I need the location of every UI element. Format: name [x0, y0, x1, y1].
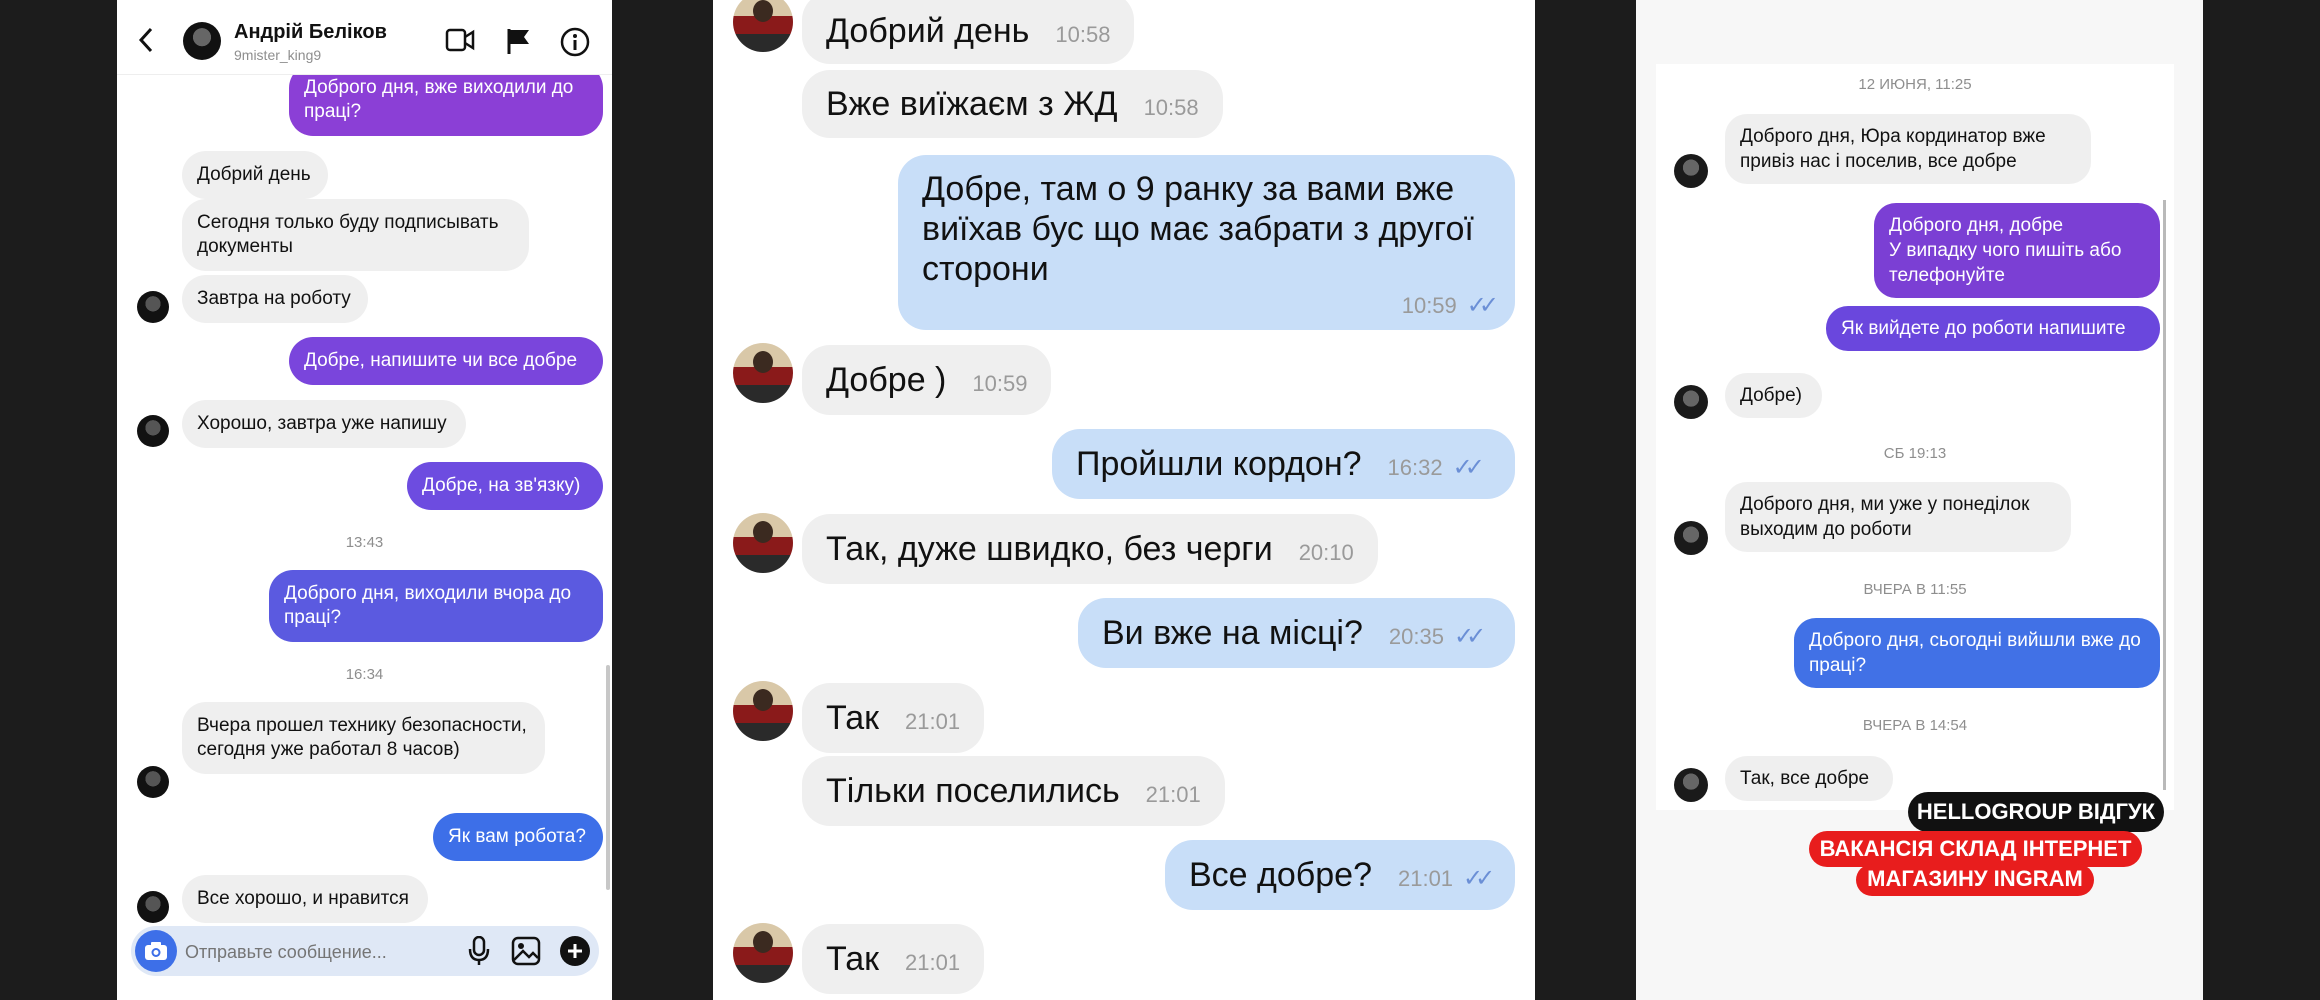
avatar[interactable]: [137, 766, 169, 798]
message-text: Тільки поселились: [826, 772, 1120, 810]
message-time: 10:59: [972, 371, 1028, 396]
viber-chat-panel: Добрий день 10:58 Вже виїжаєм з ЖД 10:58 Д…: [713, 0, 1535, 1000]
message-incoming[interactable]: Так, дуже швидко, без черги 20:10: [802, 514, 1378, 584]
message-time: 10:58: [1055, 22, 1111, 47]
message-time: 21:01: [905, 709, 961, 734]
message-time: 10:59: [1401, 293, 1457, 318]
message-incoming[interactable]: Так 21:01: [802, 683, 985, 753]
message-composer: [131, 926, 599, 976]
camera-icon: [145, 942, 167, 960]
message-outgoing[interactable]: Доброго дня, сьогодні вийшли вже до прац…: [1794, 618, 2160, 688]
message-incoming[interactable]: Добре ) 10:59: [802, 345, 1052, 415]
message-text: Добре, там о 9 ранку за вами вже виїхав …: [922, 170, 1474, 288]
avatar[interactable]: [733, 513, 793, 573]
message-time: 16:32: [1387, 455, 1443, 480]
message-outgoing[interactable]: Добре, там о 9 ранку за вами вже виїхав …: [898, 155, 1515, 330]
instagram-chat-panel: Андрій Беліков 9mister_king9 Доброго дня…: [117, 0, 612, 1000]
message-outgoing[interactable]: Все добре? 21:01 ✓✓: [1165, 840, 1515, 910]
message-time: 10:58: [1143, 95, 1199, 120]
message-text: Так, дуже швидко, без черги: [826, 530, 1273, 568]
message-incoming[interactable]: Доброго дня, Юра кординатор вже привіз н…: [1725, 114, 2091, 184]
message-incoming[interactable]: Так, все добре: [1725, 756, 1893, 801]
message-outgoing[interactable]: Як вийдете до роботи напишите: [1826, 306, 2160, 351]
message-outgoing[interactable]: Пройшли кордон? 16:32 ✓✓: [1052, 429, 1515, 499]
message-incoming[interactable]: Так 21:01: [802, 924, 985, 994]
message-incoming[interactable]: Хорошо, завтра уже напишу: [182, 400, 466, 448]
chat-header: Андрій Беліков 9mister_king9: [117, 0, 612, 75]
date-separator: 12 ИЮНЯ, 11:25: [1858, 76, 1972, 93]
vacancy-tag-line1: ВАКАНСІЯ СКЛАД ІНТЕРНЕТ: [1809, 831, 2142, 867]
message-outgoing[interactable]: Ви вже на місці? 20:35 ✓✓: [1078, 598, 1515, 668]
message-time: 21:01: [1397, 866, 1454, 891]
message-time: 21:01: [905, 950, 961, 975]
avatar[interactable]: [733, 343, 793, 403]
contact-username: 9mister_king9: [234, 47, 322, 63]
plus-icon: [568, 944, 582, 958]
avatar[interactable]: [1674, 768, 1708, 802]
date-separator: ВЧЕРА В 11:55: [1863, 581, 1967, 598]
add-button[interactable]: [560, 936, 590, 966]
message-outgoing[interactable]: Доброго дня, добре У випадку чого пишіть…: [1874, 203, 2160, 298]
avatar[interactable]: [1674, 521, 1708, 555]
video-call-icon[interactable]: [445, 28, 475, 52]
double-check-icon: ✓✓: [1463, 865, 1495, 892]
message-incoming[interactable]: Вже виїжаєм з ЖД 10:58: [802, 70, 1223, 138]
message-incoming[interactable]: Добрий день 10:58: [802, 0, 1135, 64]
scrollbar[interactable]: [2163, 200, 2166, 790]
message-input[interactable]: [183, 934, 407, 970]
message-text: Пройшли кордон?: [1076, 445, 1362, 483]
avatar[interactable]: [183, 22, 221, 60]
flag-icon[interactable]: [505, 27, 531, 55]
message-text: Вже виїжаєм з ЖД: [826, 85, 1118, 123]
timestamp: 16:34: [345, 666, 384, 683]
scrollbar[interactable]: [606, 665, 610, 890]
message-incoming[interactable]: Вчера прошел технику безопасности, сегод…: [182, 702, 545, 774]
avatar[interactable]: [733, 0, 793, 52]
avatar[interactable]: [733, 681, 793, 741]
message-time: 20:10: [1298, 540, 1354, 565]
message-meta: 10:59 ✓✓: [1401, 288, 1499, 320]
date-separator: ВЧЕРА В 14:54: [1862, 717, 1968, 734]
back-arrow-icon[interactable]: [137, 26, 155, 54]
double-check-icon: ✓✓: [1466, 292, 1499, 319]
avatar[interactable]: [137, 291, 169, 323]
message-text: Добрий день: [826, 12, 1030, 50]
avatar[interactable]: [733, 923, 793, 983]
message-incoming[interactable]: Все хорошо, и нравится: [182, 875, 428, 923]
double-check-icon: ✓✓: [1452, 454, 1485, 481]
avatar[interactable]: [1674, 385, 1708, 419]
message-time: 21:01: [1145, 782, 1201, 807]
hellogroup-review-tag: HELLOGROUP ВІДГУК: [1908, 792, 2164, 832]
avatar[interactable]: [137, 891, 169, 923]
timestamp: 13:43: [345, 534, 384, 551]
gallery-icon[interactable]: [511, 936, 541, 966]
message-incoming[interactable]: Добрий день: [182, 151, 328, 199]
message-incoming[interactable]: Доброго дня, ми уже у понеділок выходим …: [1725, 482, 2071, 552]
message-text: Так: [826, 699, 880, 737]
instagram-chat-panel-2: 12 ИЮНЯ, 11:25 Доброго дня, Юра кординат…: [1636, 0, 2203, 1000]
contact-name[interactable]: Андрій Беліков: [234, 21, 387, 44]
message-outgoing[interactable]: Добре, напишите чи все добре: [289, 337, 603, 385]
message-incoming[interactable]: Добре): [1725, 373, 1822, 418]
message-text: Ви вже на місці?: [1102, 614, 1363, 652]
message-outgoing[interactable]: Доброго дня, виходили вчора до праці?: [269, 570, 603, 642]
message-text: Все добре?: [1189, 856, 1372, 894]
message-time: 20:35: [1388, 624, 1444, 649]
message-outgoing[interactable]: Як вам робота?: [433, 813, 603, 861]
vacancy-tag-line2: МАГАЗИНУ INGRAM: [1856, 864, 2094, 896]
date-separator: СБ 19:13: [1883, 445, 1947, 462]
message-incoming[interactable]: Тільки поселились 21:01: [802, 756, 1225, 826]
info-icon[interactable]: [560, 27, 590, 57]
avatar[interactable]: [137, 415, 169, 447]
message-outgoing[interactable]: Добре, на зв'язку): [407, 462, 603, 510]
message-incoming[interactable]: Сегодня только буду подписывать документ…: [182, 199, 529, 271]
avatar[interactable]: [1674, 154, 1708, 188]
microphone-icon[interactable]: [468, 936, 490, 966]
message-text: Так: [826, 940, 880, 978]
message-incoming[interactable]: Завтра на роботу: [182, 275, 368, 323]
message-text: Добре ): [826, 361, 947, 399]
double-check-icon: ✓✓: [1453, 623, 1486, 650]
camera-button[interactable]: [135, 930, 177, 972]
